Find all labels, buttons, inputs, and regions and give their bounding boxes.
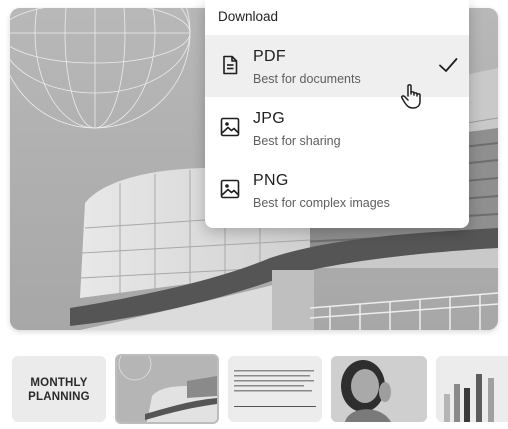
- option-description: Best for documents: [253, 72, 361, 86]
- thumbnail-portrait-image: [331, 356, 427, 422]
- download-menu-title: Download: [218, 9, 279, 24]
- thumbnail-title-line1: MONTHLY: [30, 377, 88, 389]
- page-thumbnail-strip: MONTHLY PLANNING: [0, 346, 508, 429]
- download-option-jpg[interactable]: JPG Best for sharing: [205, 97, 469, 159]
- thumbnail-text-document[interactable]: [228, 356, 322, 422]
- option-name: PNG: [253, 172, 289, 189]
- thumbnail-portrait-photo[interactable]: [331, 356, 427, 422]
- option-description: Best for complex images: [253, 196, 390, 210]
- download-option-png[interactable]: PNG Best for complex images: [205, 159, 469, 221]
- download-menu: Download PDF Best for documents JPG Best…: [205, 0, 469, 228]
- thumbnail-monthly-planning[interactable]: MONTHLY PLANNING: [12, 356, 106, 422]
- download-option-pdf[interactable]: PDF Best for documents: [205, 35, 469, 97]
- option-name: JPG: [253, 110, 286, 127]
- option-name: PDF: [253, 48, 286, 65]
- thumbnail-building-selected[interactable]: [115, 354, 219, 424]
- option-description: Best for sharing: [253, 134, 341, 148]
- thumbnail-text-lines: [234, 370, 316, 407]
- checkmark-icon: [439, 58, 458, 72]
- thumbnail-bar-graphic: [444, 374, 494, 422]
- thumbnail-title: MONTHLY PLANNING: [12, 376, 106, 404]
- document-icon: [223, 55, 238, 75]
- hand-cursor-icon: [401, 84, 421, 109]
- thumbnail-title-line2: PLANNING: [28, 391, 90, 403]
- thumbnail-bar-chart[interactable]: [436, 356, 508, 422]
- thumbnail-building-image: [118, 356, 217, 422]
- image-icon: [220, 117, 240, 137]
- image-icon: [220, 179, 240, 199]
